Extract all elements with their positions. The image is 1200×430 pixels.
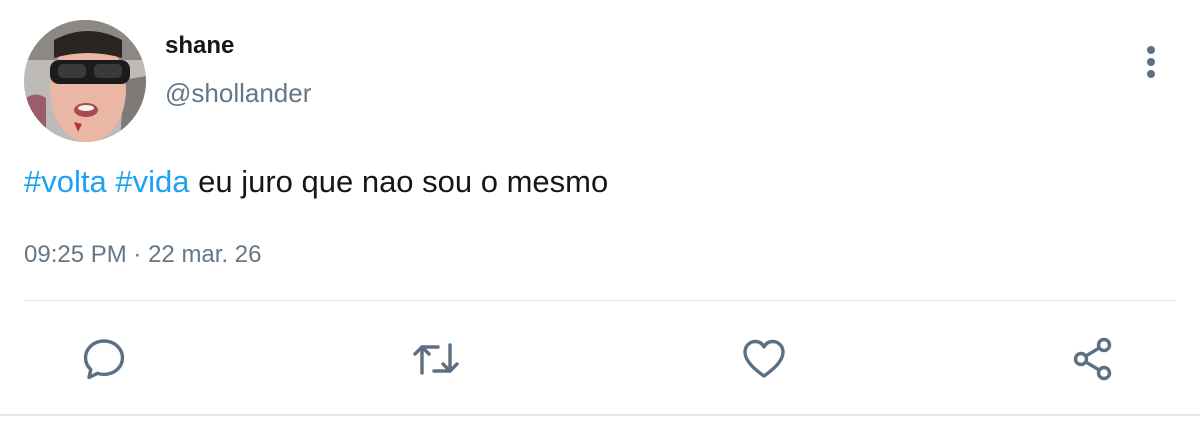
retweet-arrows-icon	[413, 343, 459, 375]
reply-button[interactable]	[76, 333, 132, 385]
tweet-date: 22 mar. 26	[148, 241, 262, 268]
like-button[interactable]	[736, 333, 792, 385]
share-nodes-icon	[1073, 337, 1112, 381]
bottom-divider	[0, 414, 1200, 416]
divider	[24, 300, 1176, 301]
share-button[interactable]	[1066, 333, 1122, 385]
hashtag-vida[interactable]: #vida	[115, 164, 189, 199]
tweet-body: eu juro que nao sou o mesmo	[198, 164, 609, 199]
more-options-button[interactable]	[1134, 40, 1168, 80]
speech-bubble-icon	[83, 339, 125, 380]
retweet-button[interactable]	[408, 333, 464, 385]
display-name[interactable]: shane	[165, 32, 234, 60]
tweet-timestamp[interactable]: 09:25 PM · 22 mar. 26	[24, 241, 261, 269]
heart-icon	[743, 339, 785, 378]
hashtag-volta[interactable]: #volta	[24, 164, 107, 199]
user-handle[interactable]: @shollander	[165, 78, 311, 109]
avatar[interactable]	[24, 20, 146, 142]
tweet-text: #volta #vida eu juro que nao sou o mesmo	[24, 164, 608, 200]
tweet-time: 09:25 PM	[24, 241, 127, 268]
tweet-card: shane @shollander #volta #vida eu juro q…	[0, 0, 1200, 430]
meta-separator: ·	[133, 241, 142, 268]
avatar-image	[24, 20, 146, 142]
